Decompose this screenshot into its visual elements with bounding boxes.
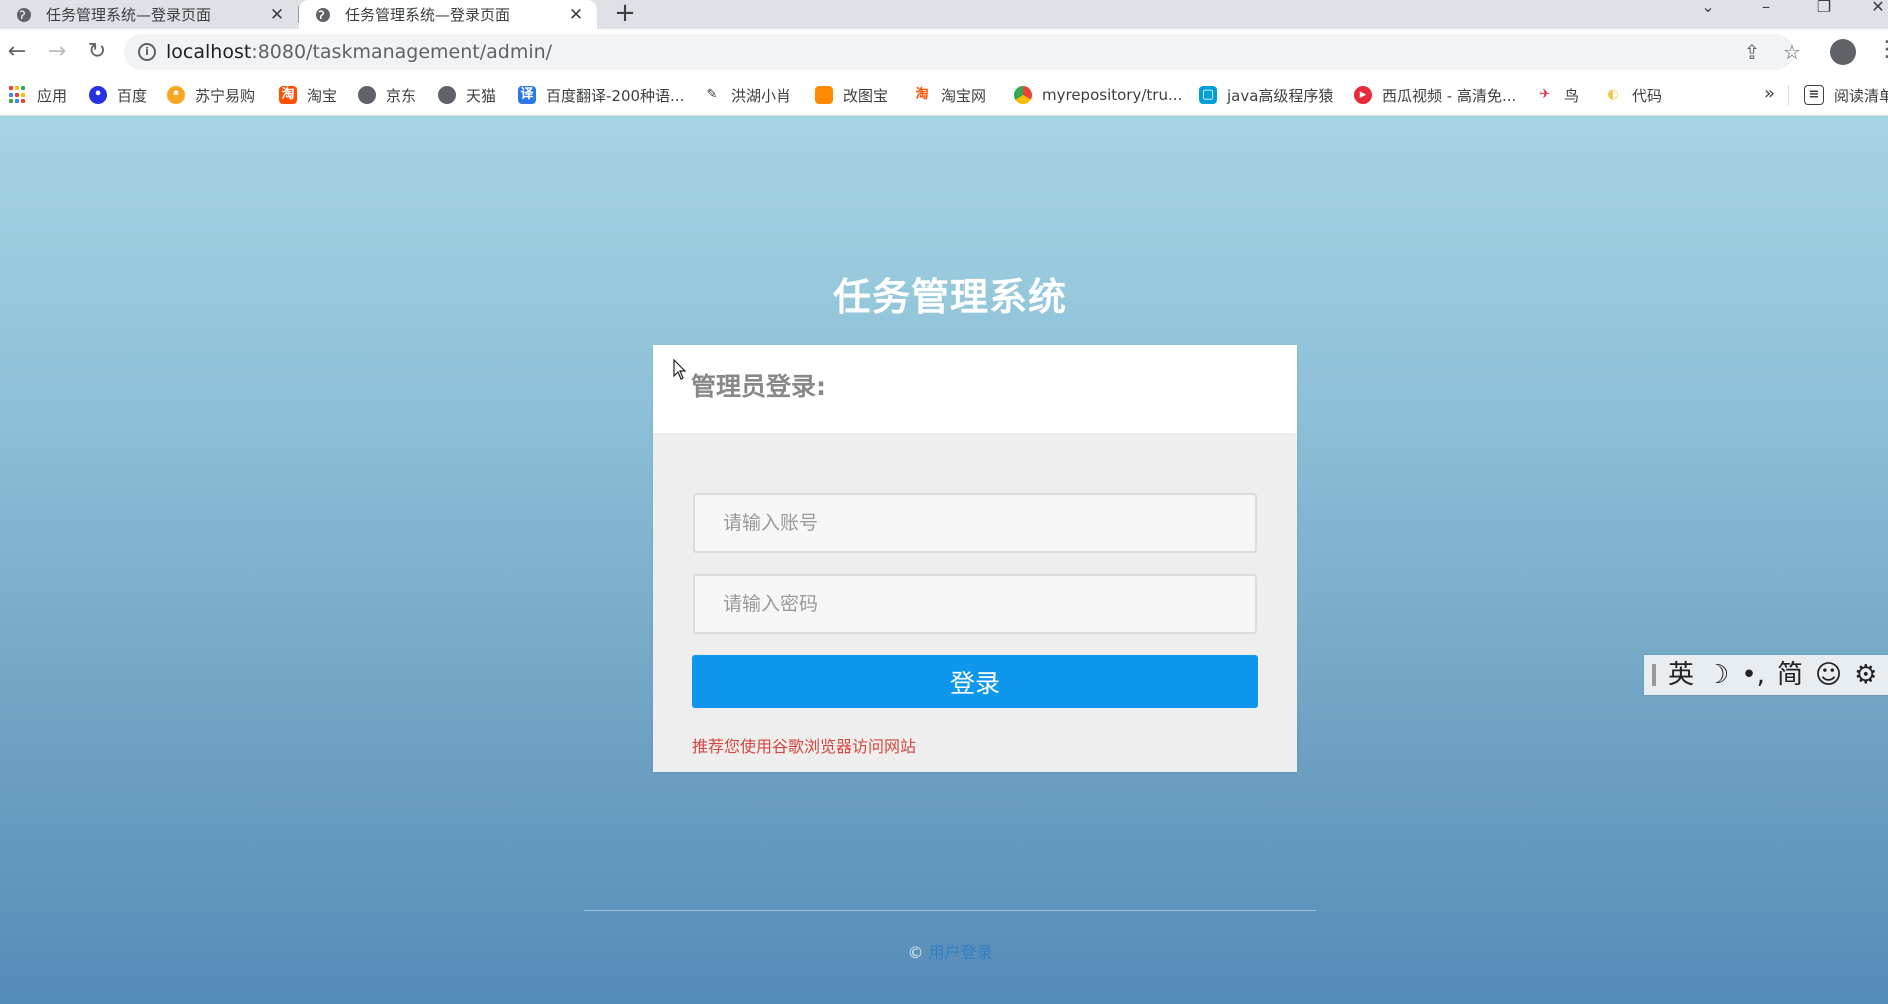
bookmark-baidu[interactable]: • 百度 bbox=[89, 75, 147, 115]
bookmark-taobao-net[interactable]: 淘 淘宝网 bbox=[913, 75, 986, 115]
code-icon: ◐ bbox=[1604, 86, 1622, 104]
account-input[interactable] bbox=[693, 493, 1257, 553]
bookmark-label: 京东 bbox=[386, 86, 417, 105]
bookmark-label: 洪湖小肖 bbox=[731, 86, 792, 105]
honghu-icon: ✎ bbox=[703, 86, 721, 104]
tab-title: 任务管理系统—登录页面 bbox=[345, 6, 511, 24]
bookmark-label: java高级程序猿 bbox=[1227, 86, 1334, 105]
bookmark-java[interactable]: ▢ java高级程序猿 bbox=[1199, 75, 1333, 115]
password-input[interactable] bbox=[693, 574, 1257, 634]
close-window-icon[interactable]: ✕ bbox=[1858, 0, 1888, 29]
gear-icon[interactable]: ⚙ bbox=[1854, 655, 1877, 695]
bookmark-label: 淘宝网 bbox=[941, 86, 987, 105]
bookmark-code[interactable]: ◐ 代码 bbox=[1604, 75, 1662, 115]
more-bookmarks-icon[interactable]: » bbox=[1764, 83, 1775, 104]
login-heading: 管理员登录: bbox=[691, 372, 826, 401]
login-card-header: 管理员登录: bbox=[653, 345, 1297, 434]
page-body: 任务管理系统 管理员登录: 登录 推荐您使用谷歌浏览器访问网站 © 用户登录 bbox=[0, 116, 1888, 1004]
reading-list[interactable]: ≡ 阅读清单 bbox=[1804, 75, 1888, 115]
reload-icon[interactable]: ↻ bbox=[82, 37, 112, 67]
tab-active[interactable]: 任务管理系统—登录页面 ✕ bbox=[299, 0, 597, 29]
minimize-icon[interactable]: – bbox=[1746, 0, 1786, 29]
chrome-icon bbox=[1014, 86, 1032, 104]
xigua-icon: ▸ bbox=[1354, 86, 1372, 104]
ime-simplified-toggle[interactable]: 简 bbox=[1777, 655, 1803, 695]
share-icon[interactable]: ⇪ bbox=[1737, 37, 1767, 67]
browser-toolbar: ← → ↻ i localhost:8080/taskmanagement/ad… bbox=[0, 29, 1888, 75]
globe-icon bbox=[17, 7, 31, 22]
bookmark-label: 苏宁易购 bbox=[195, 86, 256, 105]
url-host: localhost bbox=[166, 41, 252, 63]
new-tab-button[interactable]: + bbox=[610, 0, 640, 28]
gaitubao-icon bbox=[815, 86, 833, 104]
bookmark-tmall[interactable]: 天猫 bbox=[438, 75, 496, 115]
profile-avatar[interactable] bbox=[1830, 39, 1856, 65]
globe-icon bbox=[358, 86, 376, 104]
bird-icon: ✈ bbox=[1536, 86, 1554, 104]
ime-grip-handle[interactable] bbox=[1652, 664, 1656, 686]
moon-icon[interactable]: ☽ bbox=[1706, 655, 1729, 695]
login-button[interactable]: 登录 bbox=[692, 655, 1258, 708]
bookmark-xigua[interactable]: ▸ 西瓜视频 - 高清免... bbox=[1354, 75, 1516, 115]
bookmark-label: 代码 bbox=[1632, 86, 1663, 105]
bookmark-label: 百度翻译-200种语... bbox=[546, 86, 685, 105]
bookmark-taobao[interactable]: 淘 淘宝 bbox=[279, 75, 337, 115]
forward-icon[interactable]: → bbox=[42, 37, 72, 67]
ime-toolbar: 英 ☽ •, 简 ☺ ⚙ bbox=[1644, 655, 1888, 695]
user-login-link[interactable]: 用户登录 bbox=[929, 943, 993, 962]
menu-icon[interactable]: ⋮ bbox=[1876, 37, 1888, 62]
bookmark-baidu-translate[interactable]: 译 百度翻译-200种语... bbox=[518, 75, 684, 115]
bookmark-gaitubao[interactable]: 改图宝 bbox=[815, 75, 888, 115]
star-icon[interactable]: ☆ bbox=[1777, 37, 1807, 67]
bookmarks-divider bbox=[1788, 85, 1789, 105]
browser-tip: 推荐您使用谷歌浏览器访问网站 bbox=[692, 737, 917, 756]
bookmark-jd[interactable]: 京东 bbox=[358, 75, 416, 115]
bookmark-bird[interactable]: ✈ 鸟 bbox=[1536, 75, 1579, 115]
bookmark-honghu[interactable]: ✎ 洪湖小肖 bbox=[703, 75, 791, 115]
punctuation-icon[interactable]: •, bbox=[1741, 655, 1765, 695]
bookmark-label: 改图宝 bbox=[843, 86, 889, 105]
bilibili-icon: ▢ bbox=[1199, 86, 1217, 104]
bookmark-label: 淘宝 bbox=[307, 86, 338, 105]
tab-inactive[interactable]: 任务管理系统—登录页面 ✕ bbox=[0, 0, 298, 29]
close-icon[interactable]: ✕ bbox=[266, 5, 288, 25]
restore-icon[interactable]: ❐ bbox=[1804, 0, 1844, 29]
taobao-icon: 淘 bbox=[279, 86, 297, 104]
footer-divider bbox=[584, 910, 1316, 911]
bookmark-label: 天猫 bbox=[466, 86, 497, 105]
bookmarks-bar: 应用 • 百度 • 苏宁易购 淘 淘宝 京东 天猫 译 百度翻译-200种语..… bbox=[0, 75, 1888, 116]
globe-icon bbox=[316, 7, 330, 22]
taobao-icon: 淘 bbox=[913, 86, 931, 104]
bookmark-label: 西瓜视频 - 高清免... bbox=[1382, 86, 1517, 105]
bookmark-apps[interactable]: 应用 bbox=[9, 75, 67, 115]
system-title: 任务管理系统 bbox=[832, 275, 1067, 319]
emoji-icon[interactable]: ☺ bbox=[1815, 655, 1842, 695]
reading-list-label: 阅读清单 bbox=[1834, 86, 1888, 105]
info-icon[interactable]: i bbox=[138, 43, 156, 61]
globe-icon bbox=[438, 86, 456, 104]
login-card: 管理员登录: 登录 推荐您使用谷歌浏览器访问网站 bbox=[653, 345, 1297, 772]
url-path: :8080/taskmanagement/admin/ bbox=[251, 41, 553, 63]
bookmark-label: 应用 bbox=[37, 86, 68, 105]
apps-grid-icon bbox=[9, 86, 27, 104]
copyright-symbol: © bbox=[907, 943, 924, 962]
bookmark-label: 百度 bbox=[117, 86, 148, 105]
bookmark-label: myrepository/tru... bbox=[1042, 86, 1183, 104]
bookmark-suning[interactable]: • 苏宁易购 bbox=[167, 75, 255, 115]
footer: © 用户登录 bbox=[0, 939, 1888, 963]
bookmark-label: 鸟 bbox=[1564, 86, 1580, 105]
tab-search-icon[interactable]: ⌄ bbox=[1688, 0, 1728, 29]
tab-title: 任务管理系统—登录页面 bbox=[46, 6, 212, 24]
translate-icon: 译 bbox=[518, 86, 536, 104]
address-bar[interactable]: i localhost:8080/taskmanagement/admin/ bbox=[124, 34, 1794, 70]
tab-strip: 任务管理系统—登录页面 ✕ 任务管理系统—登录页面 ✕ + ⌄ – ❐ ✕ bbox=[0, 0, 1888, 29]
baidu-paw-icon: • bbox=[89, 86, 107, 104]
url-text: localhost:8080/taskmanagement/admin/ bbox=[166, 41, 552, 63]
reading-list-icon: ≡ bbox=[1804, 85, 1824, 105]
suning-lion-icon: • bbox=[167, 86, 185, 104]
bookmark-myrepository[interactable]: myrepository/tru... bbox=[1014, 75, 1182, 115]
back-icon[interactable]: ← bbox=[2, 37, 32, 67]
close-icon[interactable]: ✕ bbox=[565, 5, 587, 25]
ime-language-toggle[interactable]: 英 bbox=[1668, 655, 1694, 695]
